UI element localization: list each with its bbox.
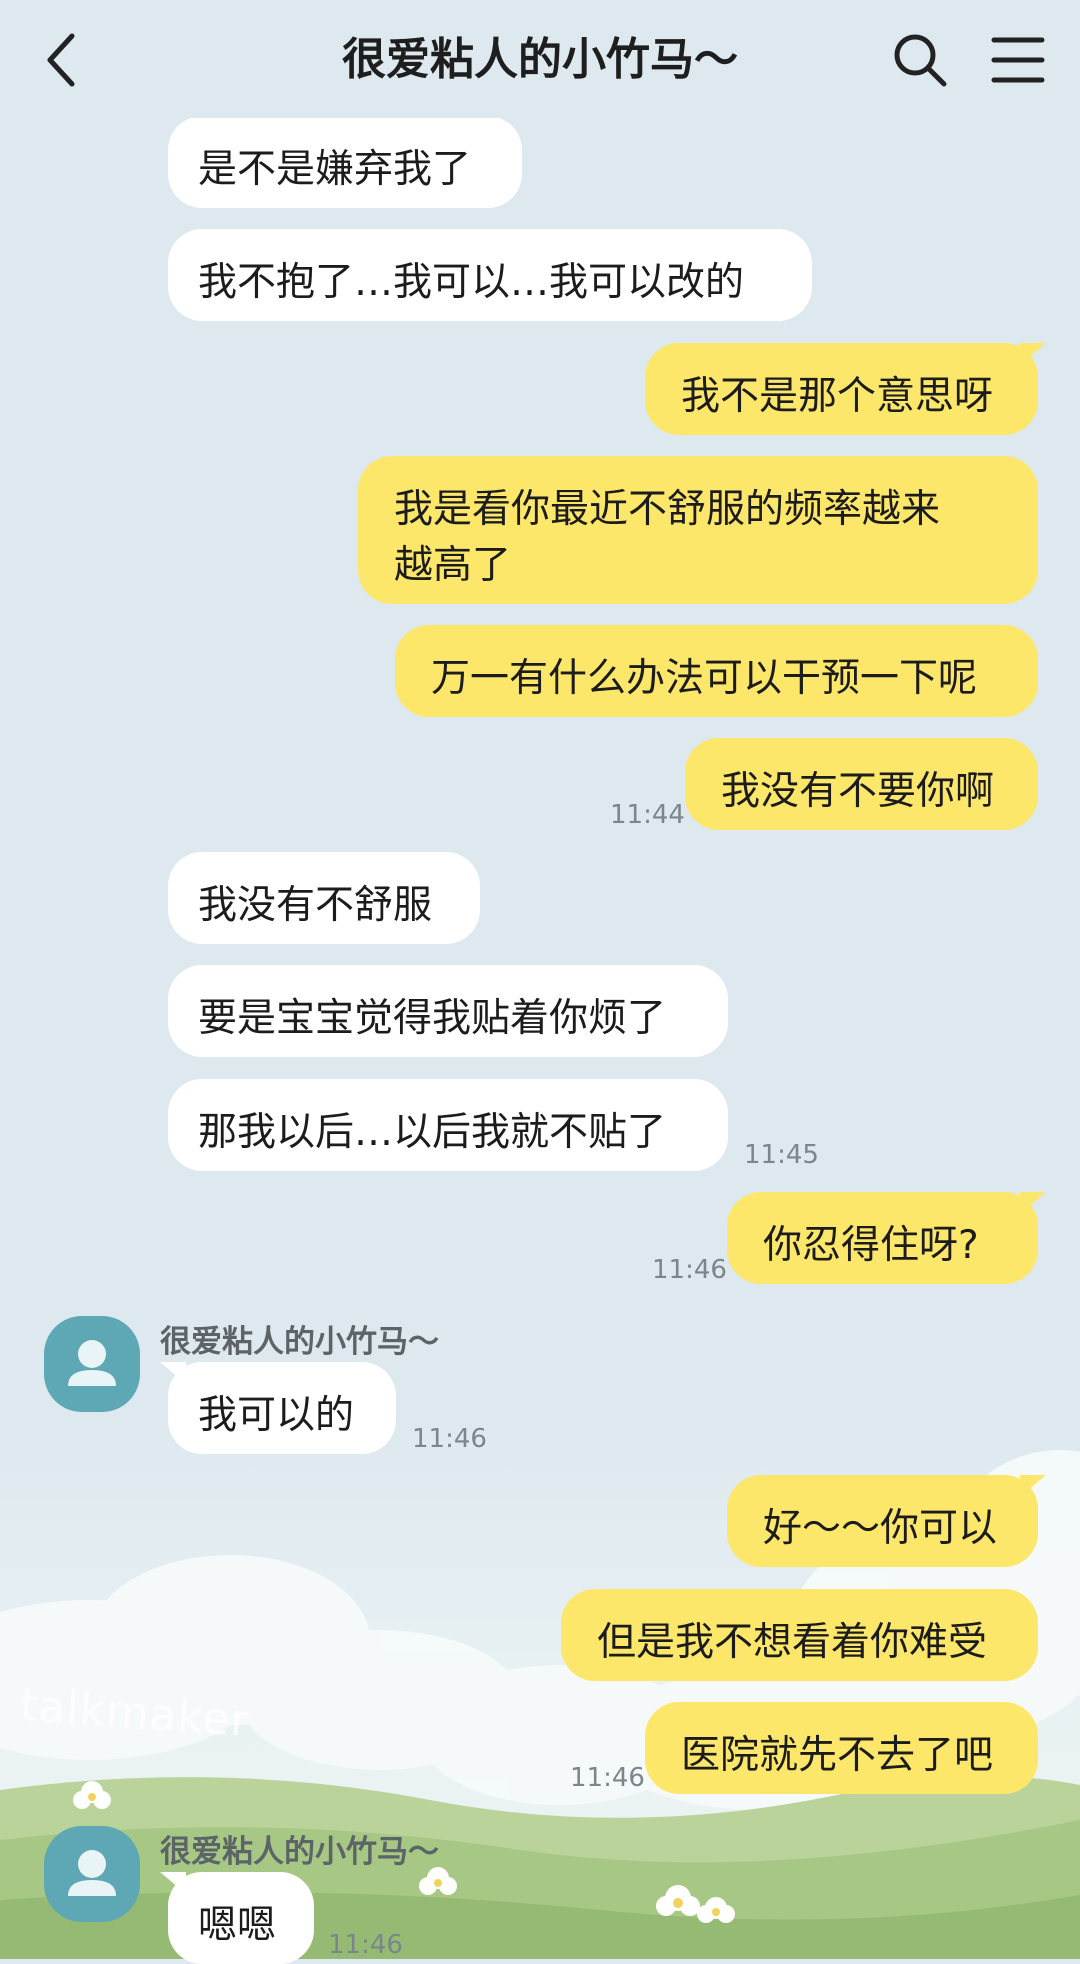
message-bubble[interactable]: 万一有什么办法可以干预一下呢 — [395, 625, 1038, 717]
menu-icon[interactable] — [990, 34, 1046, 86]
message-timestamp: 11:46 — [412, 1424, 487, 1454]
message-bubble[interactable]: 是不是嫌弃我了 — [168, 116, 522, 208]
message-line: 我是看你最近不舒服的频率越来 — [394, 487, 941, 532]
message-bubble[interactable]: 好～～你可以 — [727, 1475, 1046, 1567]
search-icon[interactable] — [890, 30, 950, 90]
message-bubble[interactable]: 我可以的 — [160, 1362, 396, 1454]
contact-avatar[interactable] — [44, 1826, 140, 1922]
message-line: 越高了 — [394, 543, 512, 588]
back-arrow-icon[interactable] — [38, 28, 86, 92]
sender-name: 很爱粘人的小竹马～ — [160, 1324, 439, 1360]
message-bubble[interactable]: 但是我不想看着你难受 — [561, 1589, 1038, 1681]
message-bubble[interactable]: 你忍得住呀? — [727, 1192, 1046, 1284]
message-timestamp: 11:46 — [328, 1930, 403, 1960]
message-bubble[interactable]: 要是宝宝觉得我贴着你烦了 — [168, 965, 728, 1057]
message-bubble[interactable]: 我是看你最近不舒服的频率越来 越高了 — [358, 456, 1038, 604]
chat-header: 很爱粘人的小竹马～ — [0, 0, 1080, 118]
message-bubble[interactable]: 我不抱了…我可以…我可以改的 — [168, 229, 812, 321]
chat-title: 很爱粘人的小竹马～ — [342, 34, 738, 85]
message-bubble[interactable]: 医院就先不去了吧 — [645, 1702, 1038, 1794]
message-timestamp: 11:45 — [744, 1140, 819, 1170]
message-timestamp: 11:46 — [652, 1255, 727, 1285]
message-bubble[interactable]: 我没有不舒服 — [168, 852, 480, 944]
message-bubble[interactable]: 那我以后…以后我就不贴了 — [168, 1079, 728, 1171]
message-bubble[interactable]: 嗯嗯 — [160, 1872, 314, 1964]
sender-name: 很爱粘人的小竹马～ — [160, 1834, 439, 1870]
contact-avatar[interactable] — [44, 1316, 140, 1412]
message-timestamp: 11:46 — [570, 1763, 645, 1793]
person-icon — [68, 1850, 116, 1896]
message-bubble[interactable]: 我不是那个意思呀 — [645, 343, 1046, 435]
message-bubble[interactable]: 我没有不要你啊 — [685, 738, 1038, 830]
message-timestamp: 11:44 — [610, 800, 685, 830]
person-icon — [68, 1340, 116, 1386]
